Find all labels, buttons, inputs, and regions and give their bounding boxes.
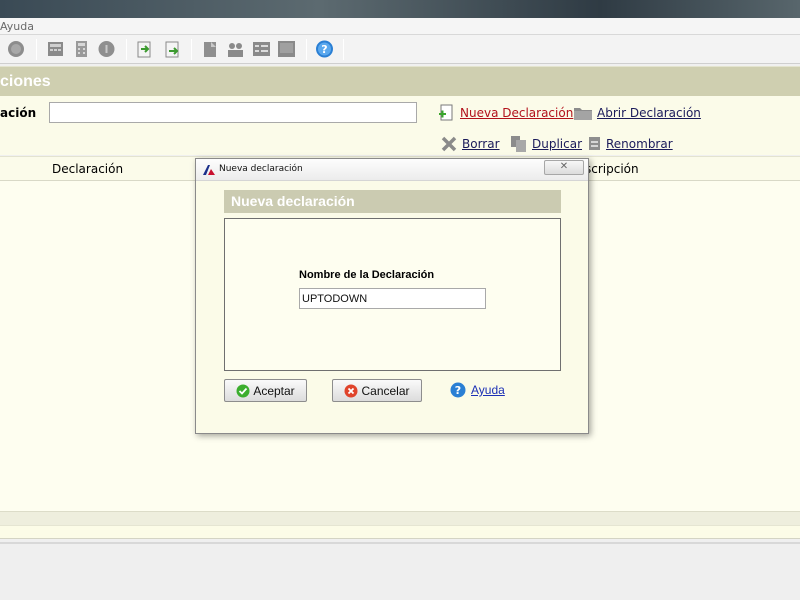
rename-link[interactable]: Renombrar — [588, 135, 673, 152]
calculator-alt-icon[interactable] — [72, 40, 91, 58]
help-icon: ? — [450, 382, 466, 398]
duplicate-label: Duplicar — [532, 136, 583, 151]
dialog-field-label: Nombre de la Declaración — [299, 269, 435, 281]
declaration-name-field[interactable] — [299, 288, 486, 309]
dialog-content-box: Nombre de la Declaración — [224, 218, 561, 371]
cancel-label: Cancelar — [361, 383, 410, 398]
rename-icon — [589, 137, 600, 150]
accept-label: Aceptar — [253, 383, 295, 398]
duplicate-link[interactable]: Duplicar — [510, 135, 582, 152]
delete-label: Borrar — [462, 136, 500, 151]
edit-icon[interactable] — [201, 40, 220, 58]
info-icon[interactable] — [97, 40, 116, 58]
dialog-window-title: Nueva declaración — [219, 164, 303, 174]
list-icon[interactable] — [252, 40, 271, 58]
rename-label: Renombrar — [606, 136, 673, 151]
dialog-header: Nueva declaración — [224, 190, 561, 213]
app-title-strip — [0, 0, 800, 18]
monitor-icon[interactable] — [277, 40, 296, 58]
toolbar-separator — [191, 39, 192, 60]
section-header: ciones — [0, 66, 800, 96]
cancel-button[interactable]: Cancelar — [332, 379, 422, 402]
close-icon: ✕ — [559, 161, 569, 172]
help-icon[interactable]: ? — [315, 40, 334, 58]
app-logo-icon — [203, 165, 215, 175]
new-declaration-link[interactable]: Nueva Declaración — [438, 104, 573, 121]
accept-button[interactable]: Aceptar — [224, 379, 307, 402]
bottom-band — [0, 511, 800, 525]
column-header-declaration[interactable]: Declaración — [52, 162, 123, 176]
menu-help[interactable]: Ayuda — [0, 20, 34, 33]
dialog-close-button[interactable]: ✕ — [544, 160, 584, 175]
toolbar-separator — [306, 39, 307, 60]
calculator-icon[interactable] — [46, 40, 65, 58]
cancel-icon — [344, 384, 358, 397]
toolbar-separator — [126, 39, 127, 60]
duplicate-icon — [511, 136, 526, 152]
toolbar: ? — [0, 35, 800, 64]
section-title: ciones — [0, 73, 51, 90]
toolbar-separator — [36, 39, 37, 60]
new-document-icon — [439, 104, 453, 121]
new-declaration-dialog: Nueva declaración ✕ Nueva declaración No… — [195, 158, 589, 434]
svg-text:?: ? — [455, 384, 461, 397]
search-icon[interactable] — [7, 40, 26, 58]
open-declaration-link[interactable]: Abrir Declaración — [573, 104, 701, 121]
toolbar-separator — [343, 39, 344, 60]
new-declaration-label: Nueva Declaración — [460, 105, 574, 120]
users-icon[interactable] — [226, 40, 245, 58]
help-label: Ayuda — [471, 383, 505, 397]
folder-icon — [574, 108, 592, 120]
export-icon[interactable] — [163, 40, 182, 58]
delete-icon — [441, 136, 457, 152]
dialog-header-title: Nueva declaración — [231, 193, 355, 209]
check-icon — [236, 384, 250, 397]
declaration-name-input[interactable] — [49, 102, 417, 123]
delete-link[interactable]: Borrar — [440, 135, 500, 152]
open-declaration-label: Abrir Declaración — [597, 105, 701, 120]
field-label: ación — [0, 106, 37, 120]
column-header-description[interactable]: scripción — [585, 162, 639, 176]
dialog-titlebar[interactable]: Nueva declaración ✕ — [196, 159, 588, 181]
svg-text:?: ? — [321, 43, 327, 56]
help-link[interactable]: ? Ayuda — [450, 382, 505, 398]
import-icon[interactable] — [135, 40, 154, 58]
bottom-band-secondary — [0, 525, 800, 539]
status-area — [0, 540, 800, 600]
menubar: Ayuda — [0, 18, 800, 35]
